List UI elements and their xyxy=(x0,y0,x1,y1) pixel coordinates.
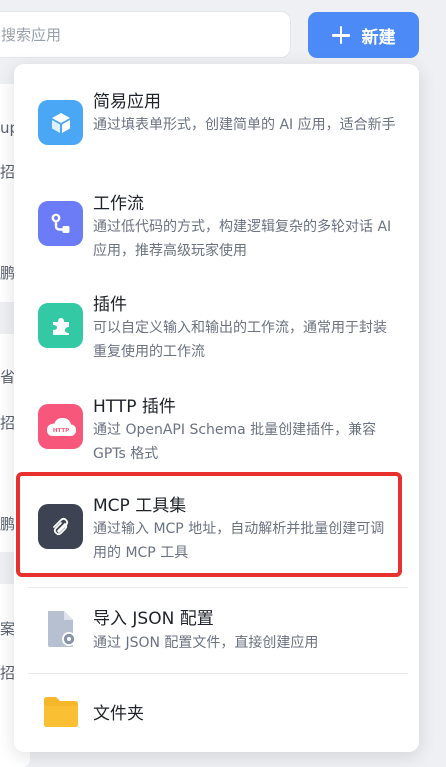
menu-item-title: MCP 工具集 xyxy=(93,496,187,516)
menu-item-folder[interactable]: 文件夹 xyxy=(14,677,419,747)
menu-item-title: 简易应用 xyxy=(93,92,161,112)
folder-icon xyxy=(38,689,83,734)
background-text: 鹏 xyxy=(0,264,16,282)
menu-item-title: 导入 JSON 配置 xyxy=(93,609,214,629)
background-text: 招 xyxy=(0,664,16,682)
json-file-icon xyxy=(38,606,83,651)
menu-item-plugin[interactable]: 插件 可以自定义输入和输出的工作流，通常用于封装重复使用的工作流 xyxy=(14,282,419,382)
menu-item-desc: 可以自定义输入和输出的工作流，通常用于封装重复使用的工作流 xyxy=(93,320,387,360)
background-text: 鹏 xyxy=(0,515,16,533)
menu-item-desc: 通过低代码的方式，构建逻辑复杂的多轮对话 AI 应用，推荐高级玩家使用 xyxy=(93,219,392,259)
search-box[interactable] xyxy=(0,11,291,58)
puzzle-icon xyxy=(38,303,83,348)
menu-item-desc: 通过填表单形式，创建简单的 AI 应用，适合新手 xyxy=(93,117,396,133)
menu-item-title: HTTP 插件 xyxy=(93,397,176,417)
background-text: 招 xyxy=(0,414,16,432)
workflow-icon xyxy=(38,201,83,246)
http-cloud-icon: HTTP xyxy=(38,404,83,449)
menu-item-desc: 通过 OpenAPI Schema 批量创建插件，兼容 GPTs 格式 xyxy=(93,422,377,462)
background-text: 案 xyxy=(0,620,16,638)
cube-icon xyxy=(38,100,83,145)
menu-item-title: 插件 xyxy=(93,295,127,315)
menu-divider xyxy=(28,587,408,588)
http-badge-text: HTTP xyxy=(52,428,68,434)
plus-icon xyxy=(331,26,350,44)
menu-item-desc: 通过输入 MCP 地址，自动解析并批量创建可调用的 MCP 工具 xyxy=(93,521,385,561)
menu-divider xyxy=(28,673,408,674)
menu-item-import-json[interactable]: 导入 JSON 配置 通过 JSON 配置文件，直接创建应用 xyxy=(14,594,419,674)
menu-item-workflow[interactable]: 工作流 通过低代码的方式，构建逻辑复杂的多轮对话 AI 应用，推荐高级玩家使用 xyxy=(14,181,419,281)
menu-item-desc: 通过 JSON 配置文件，直接创建应用 xyxy=(93,635,319,651)
search-input[interactable] xyxy=(0,12,290,57)
menu-item-title: 工作流 xyxy=(93,194,144,214)
menu-item-simple-app[interactable]: 简易应用 通过填表单形式，创建简单的 AI 应用，适合新手 xyxy=(14,79,419,179)
menu-item-http-plugin[interactable]: HTTP HTTP 插件 通过 OpenAPI Schema 批量创建插件，兼容… xyxy=(14,384,419,484)
new-button[interactable]: 新建 xyxy=(308,12,419,58)
menu-item-mcp-toolset[interactable]: MCP 工具集 通过输入 MCP 地址，自动解析并批量创建可调用的 MCP 工具 xyxy=(14,483,419,583)
mcp-icon xyxy=(38,504,83,549)
background-text: 招 xyxy=(0,163,16,181)
menu-item-title: 文件夹 xyxy=(93,704,144,724)
background-text: 省 xyxy=(0,368,16,386)
create-menu: 简易应用 通过填表单形式，创建简单的 AI 应用，适合新手 工作流 通过低代码的… xyxy=(14,64,419,752)
new-button-label: 新建 xyxy=(361,27,396,48)
